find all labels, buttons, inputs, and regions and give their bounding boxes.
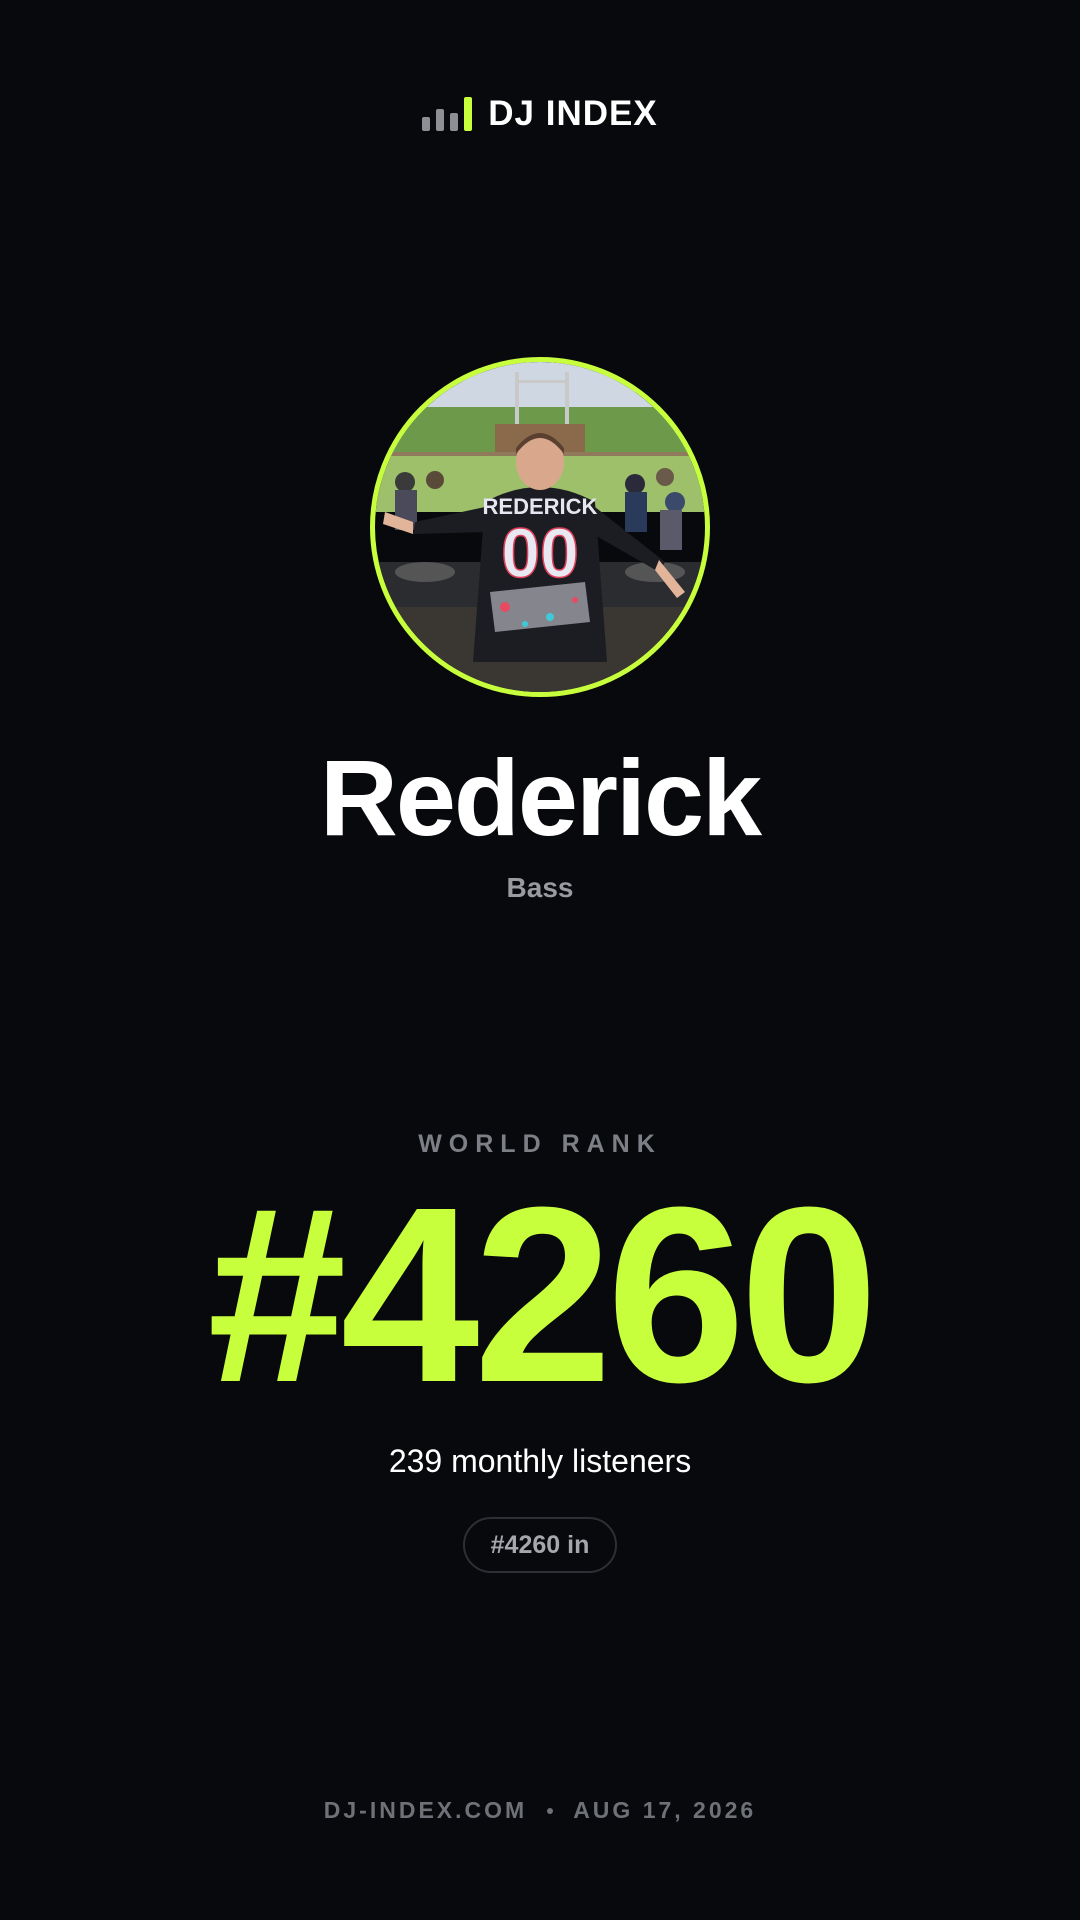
rank-pill: #4260 in <box>462 1517 618 1573</box>
brand-header: DJ INDEX <box>0 94 1080 133</box>
rank-pill-wrapper: #4260 in <box>0 1517 1080 1573</box>
brand-name: DJ INDEX <box>488 94 658 133</box>
world-rank-value: #4260 <box>207 1155 878 1434</box>
artist-genre: Bass <box>506 872 574 903</box>
footer-site: DJ-INDEX.COM <box>323 1797 528 1823</box>
bar-chart-icon <box>422 97 473 131</box>
artist-avatar: REDERICK 00 <box>370 357 710 697</box>
artist-photo: REDERICK 00 <box>375 362 705 692</box>
footer: DJ-INDEX.COM AUG 17, 2026 <box>0 1797 1080 1824</box>
monthly-listeners: 239 monthly listeners <box>388 1443 692 1479</box>
artist-name: Rederick <box>319 737 762 858</box>
svg-text:00: 00 <box>501 514 579 592</box>
footer-date: AUG 17, 2026 <box>573 1797 757 1823</box>
separator-dot-icon <box>547 1807 554 1814</box>
